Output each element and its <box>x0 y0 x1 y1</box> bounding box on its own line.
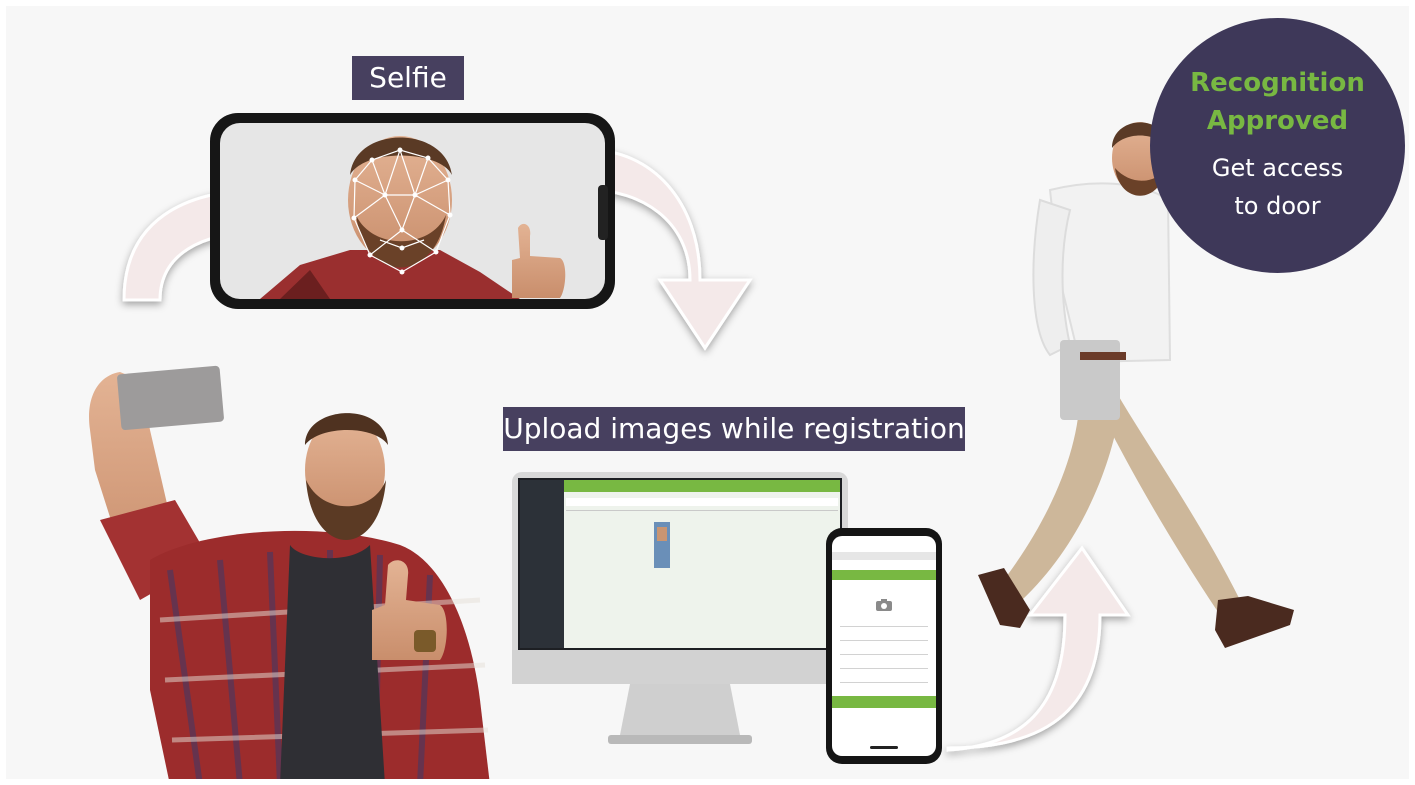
upload-label: Upload images while registration <box>503 407 965 451</box>
submit-button[interactable] <box>832 696 936 708</box>
selfie-label: Selfie <box>352 56 464 100</box>
app-header <box>832 570 936 580</box>
camera-icon[interactable] <box>876 596 892 611</box>
registration-phone-screen <box>832 536 936 756</box>
badge-body-line2: to door <box>1234 192 1321 220</box>
form-field-5[interactable] <box>840 682 928 683</box>
selfie-man <box>89 365 490 785</box>
home-indicator <box>870 746 898 749</box>
desktop-monitor <box>512 472 848 744</box>
address-bar <box>832 552 936 560</box>
illustration-stage: Selfie Upload images while registration … <box>0 0 1415 785</box>
badge-title-line1: Recognition <box>1190 68 1365 98</box>
recognition-badge: Recognition Approved Get access to door <box>1150 18 1405 273</box>
form-field-1[interactable] <box>840 626 928 627</box>
landscape-phone <box>210 113 615 309</box>
registration-phone <box>826 528 942 764</box>
badge-title-line2: Approved <box>1206 106 1349 136</box>
form-field-3[interactable] <box>840 654 928 655</box>
badge-body-line1: Get access <box>1211 154 1344 182</box>
form-field-2[interactable] <box>840 640 928 641</box>
form-field-4[interactable] <box>840 668 928 669</box>
